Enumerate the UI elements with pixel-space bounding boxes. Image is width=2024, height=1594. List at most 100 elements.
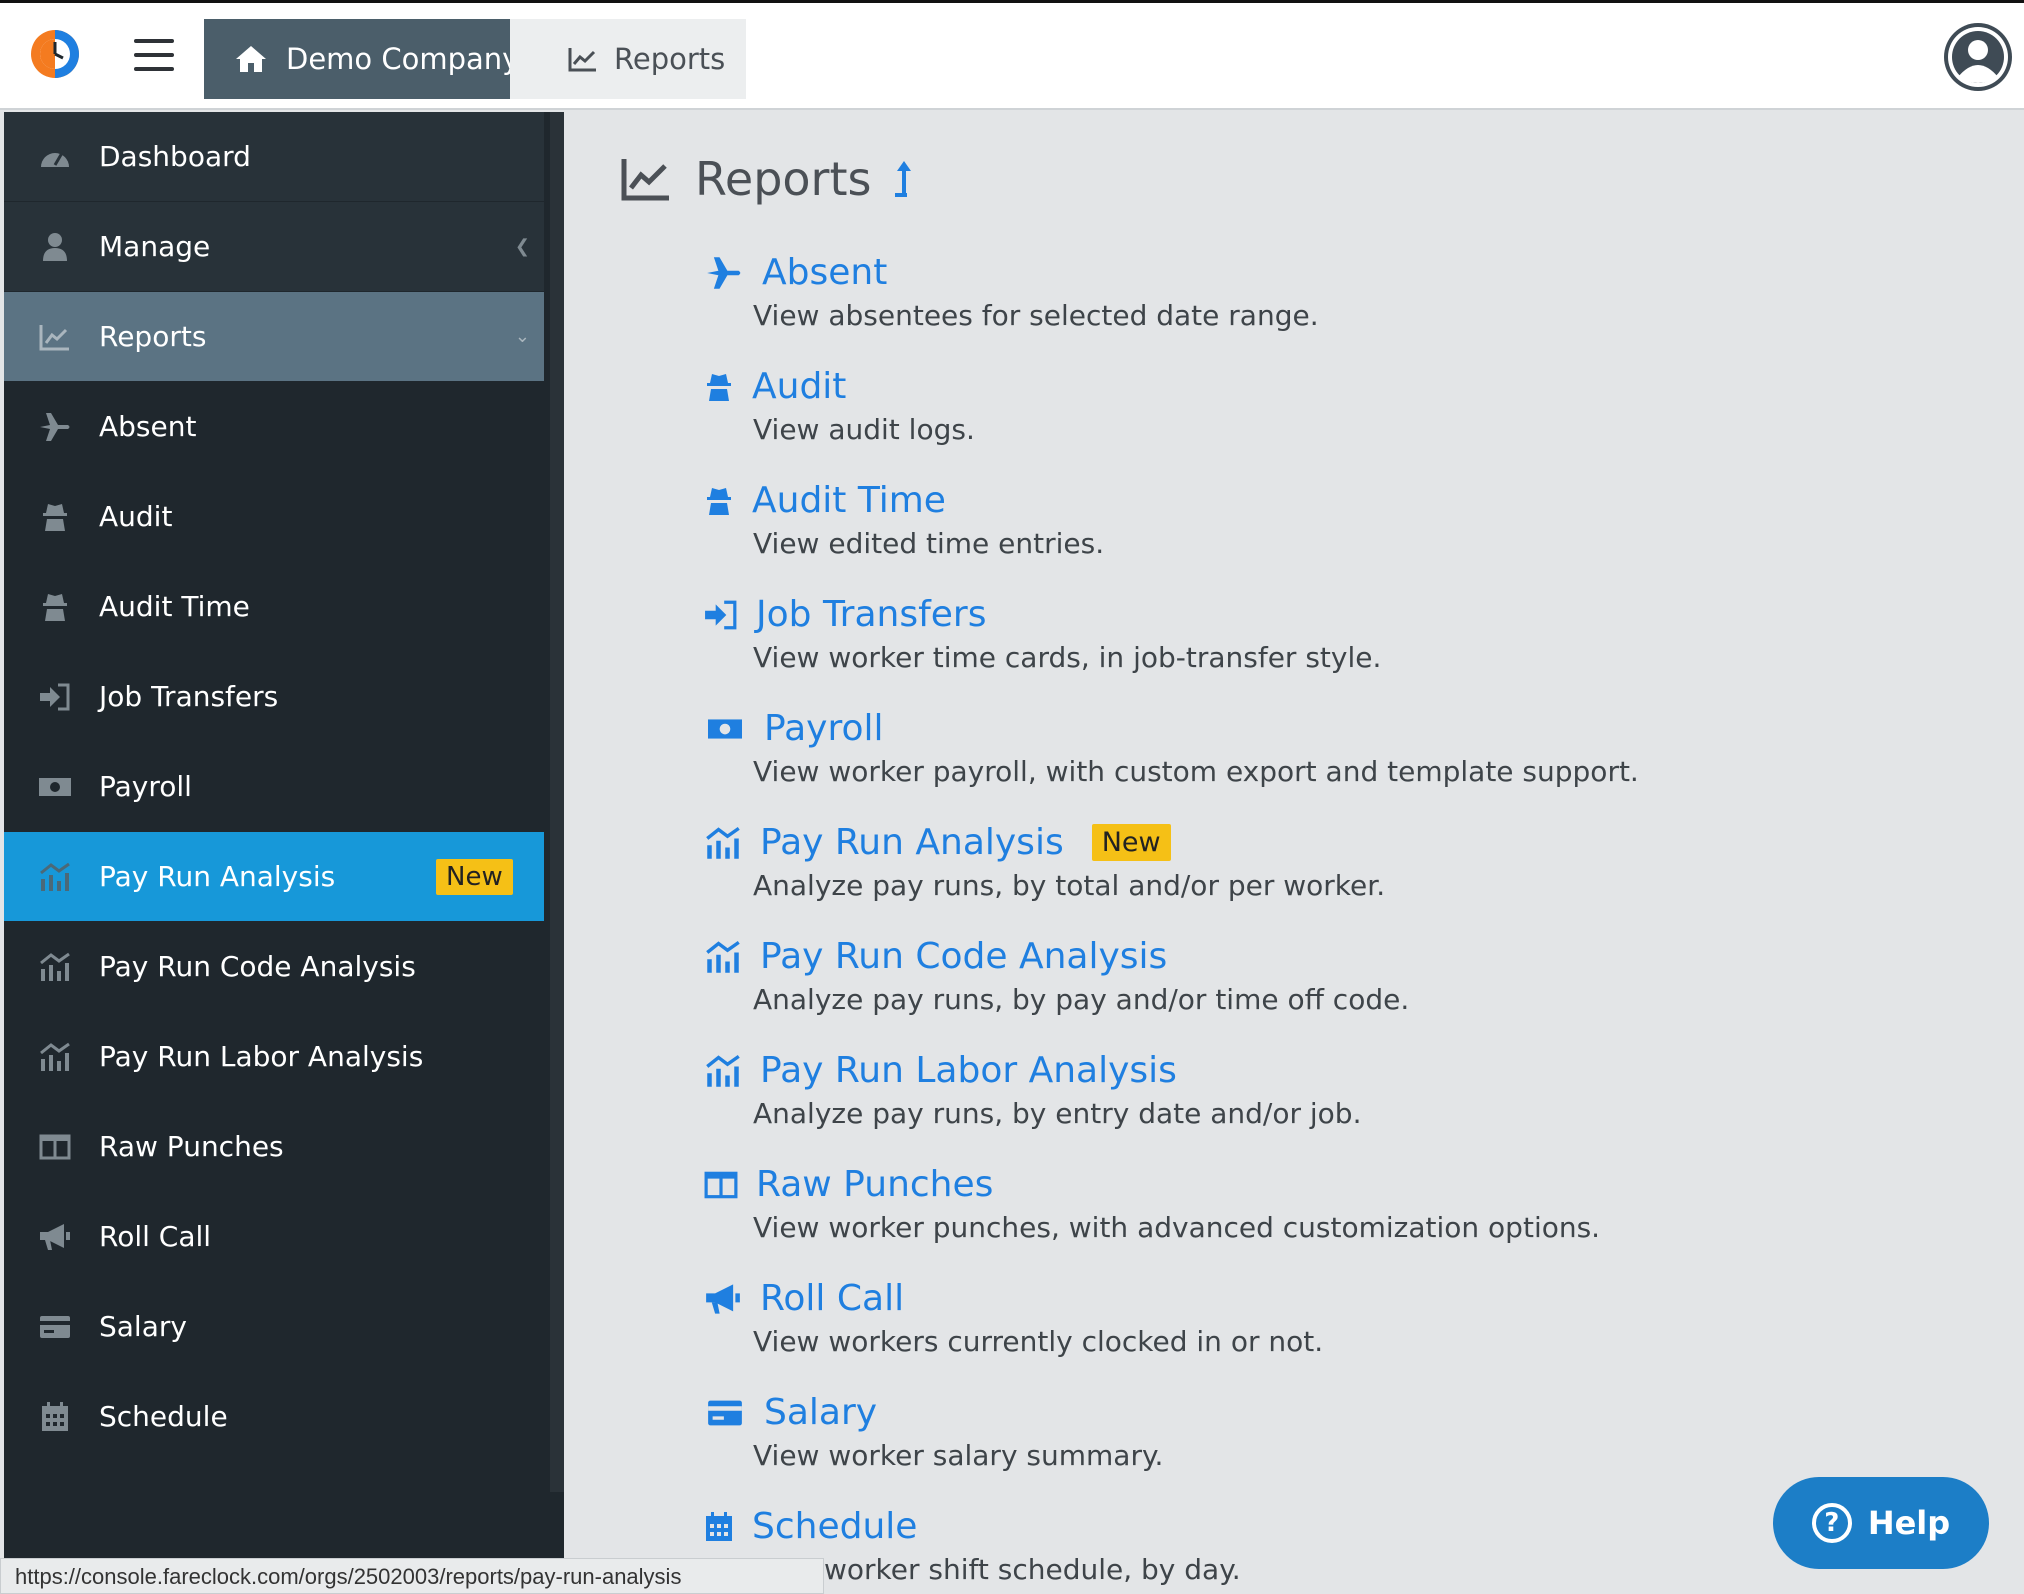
page-title: Reports	[621, 152, 939, 206]
user-icon	[43, 233, 67, 261]
chart-mixed-icon	[706, 940, 740, 973]
report-audit: Audit View audit logs.	[702, 366, 1639, 480]
chart-line-icon	[621, 159, 669, 201]
reports-list: Absent View absentees for selected date …	[702, 252, 1639, 1594]
sidebar-item-manage[interactable]: Manage ❮	[4, 202, 544, 292]
spy-icon	[707, 487, 731, 515]
sidebar-item-audit-time[interactable]: Audit Time	[4, 562, 544, 652]
menu-toggle-icon[interactable]	[134, 39, 174, 71]
report-title: Salary	[764, 1392, 878, 1433]
fareclock-logo[interactable]	[28, 27, 82, 81]
chart-mixed-icon	[40, 952, 70, 981]
calendar-icon	[42, 1402, 68, 1431]
page-title-text: Reports	[695, 152, 872, 206]
report-title: Roll Call	[760, 1278, 905, 1319]
sidebar: Dashboard Manage ❮ Reports ⌄ Absent Audi…	[4, 112, 564, 1594]
sidebar-item-salary[interactable]: Salary	[4, 1282, 544, 1372]
report-link[interactable]: Pay Run Labor Analysis	[702, 1050, 1639, 1091]
sidebar-item-absent[interactable]: Absent	[4, 382, 544, 472]
question-circle-icon: ?	[1811, 1503, 1852, 1543]
report-title: Pay Run Analysis	[760, 822, 1064, 863]
report-payroll: Payroll View worker payroll, with custom…	[702, 708, 1639, 822]
sidebar-item-schedule[interactable]: Schedule	[4, 1372, 544, 1462]
report-link[interactable]: Payroll	[702, 708, 1639, 749]
sidebar-item-raw-punches[interactable]: Raw Punches	[4, 1102, 544, 1192]
credit-card-icon	[708, 1400, 742, 1425]
sidebar-item-pay-run-labor-analysis[interactable]: Pay Run Labor Analysis	[4, 1012, 544, 1102]
sidebar-item-label: Reports	[99, 320, 207, 353]
sidebar-nav: Dashboard Manage ❮ Reports ⌄ Absent Audi…	[4, 112, 544, 1462]
main-content: Reports Absent View absentees for select…	[565, 112, 2024, 1594]
report-audit-time: Audit Time View edited time entries.	[702, 480, 1639, 594]
report-description: View worker salary summary.	[753, 1439, 1164, 1472]
plane-icon	[40, 413, 70, 441]
spy-icon	[707, 373, 731, 401]
report-pay-run-labor-analysis: Pay Run Labor Analysis Analyze pay runs,…	[702, 1050, 1639, 1164]
sidebar-item-job-transfers[interactable]: Job Transfers	[4, 652, 544, 742]
link-status-url: https://console.fareclock.com/orgs/25020…	[0, 1558, 824, 1594]
report-roll-call: Roll Call View workers currently clocked…	[702, 1278, 1639, 1392]
report-job-transfers: Job Transfers View worker time cards, in…	[702, 594, 1639, 708]
sidebar-item-label: Raw Punches	[99, 1130, 284, 1163]
help-label: Help	[1867, 1504, 1951, 1542]
report-link[interactable]: Pay Run Analysis New	[702, 822, 1639, 863]
sidebar-scrollbar[interactable]	[550, 112, 564, 1492]
bullhorn-icon	[706, 1283, 740, 1314]
report-pay-run-code-analysis: Pay Run Code Analysis Analyze pay runs, …	[702, 936, 1639, 1050]
report-title: Absent	[762, 252, 888, 293]
columns-icon	[39, 1134, 71, 1160]
sidebar-item-roll-call[interactable]: Roll Call	[4, 1192, 544, 1282]
sign-in-icon	[705, 600, 737, 629]
breadcrumb-label: Demo Company	[286, 42, 520, 76]
help-button[interactable]: ? Help	[1773, 1477, 1989, 1569]
sidebar-item-label: Pay Run Labor Analysis	[99, 1040, 424, 1073]
report-link[interactable]: Schedule	[702, 1506, 1639, 1547]
report-link[interactable]: Audit Time	[702, 480, 1639, 521]
sidebar-item-label: Pay Run Analysis	[99, 860, 336, 893]
sidebar-item-audit[interactable]: Audit	[4, 472, 544, 562]
report-raw-punches: Raw Punches View worker punches, with ad…	[702, 1164, 1639, 1278]
report-title: Job Transfers	[756, 594, 987, 635]
report-description: Analyze pay runs, by entry date and/or j…	[753, 1097, 1362, 1130]
report-link[interactable]: Pay Run Code Analysis	[702, 936, 1639, 977]
report-link[interactable]: Job Transfers	[702, 594, 1639, 635]
breadcrumb-reports[interactable]: Reports	[510, 19, 746, 99]
sidebar-item-payroll[interactable]: Payroll	[4, 742, 544, 832]
report-link[interactable]: Audit	[702, 366, 1639, 407]
chevron-left-icon: ❮	[514, 236, 530, 257]
chart-mixed-icon	[40, 862, 70, 891]
report-salary: Salary View worker salary summary.	[702, 1392, 1639, 1506]
sidebar-item-reports[interactable]: Reports ⌄	[4, 292, 544, 382]
sidebar-item-pay-run-analysis[interactable]: Pay Run Analysis New	[4, 832, 544, 922]
report-link[interactable]: Roll Call	[702, 1278, 1639, 1319]
report-description: worker shift schedule, by day.	[824, 1553, 1241, 1586]
sidebar-item-label: Roll Call	[99, 1220, 212, 1253]
breadcrumb-company[interactable]: Demo Company	[204, 19, 524, 99]
sign-in-icon	[40, 683, 70, 711]
report-link[interactable]: Salary	[702, 1392, 1639, 1433]
columns-icon	[704, 1171, 738, 1198]
new-badge: New	[1091, 824, 1171, 861]
sidebar-item-label: Payroll	[99, 770, 192, 803]
top-bar: Demo Company Reports	[0, 0, 2024, 110]
report-title: Pay Run Labor Analysis	[760, 1050, 1177, 1091]
user-avatar[interactable]	[1944, 23, 2012, 91]
bullhorn-icon	[40, 1224, 70, 1250]
sidebar-item-pay-run-code-analysis[interactable]: Pay Run Code Analysis	[4, 922, 544, 1012]
chart-line-icon	[568, 48, 596, 72]
pin-icon[interactable]	[893, 159, 915, 199]
report-title: Pay Run Code Analysis	[760, 936, 1168, 977]
report-description: View absentees for selected date range.	[753, 299, 1319, 332]
breadcrumb-label: Reports	[614, 42, 726, 76]
sidebar-item-label: Job Transfers	[99, 680, 279, 713]
report-description: View edited time entries.	[753, 527, 1105, 560]
dashboard-icon	[41, 152, 69, 167]
sidebar-item-dashboard[interactable]: Dashboard	[4, 112, 544, 202]
credit-card-icon	[40, 1316, 70, 1338]
chevron-down-icon: ⌄	[514, 326, 530, 347]
report-link[interactable]: Raw Punches	[702, 1164, 1639, 1205]
home-icon	[236, 46, 266, 72]
report-link[interactable]: Absent	[702, 252, 1639, 293]
report-title: Schedule	[752, 1506, 918, 1547]
report-description: View workers currently clocked in or not…	[753, 1325, 1324, 1358]
